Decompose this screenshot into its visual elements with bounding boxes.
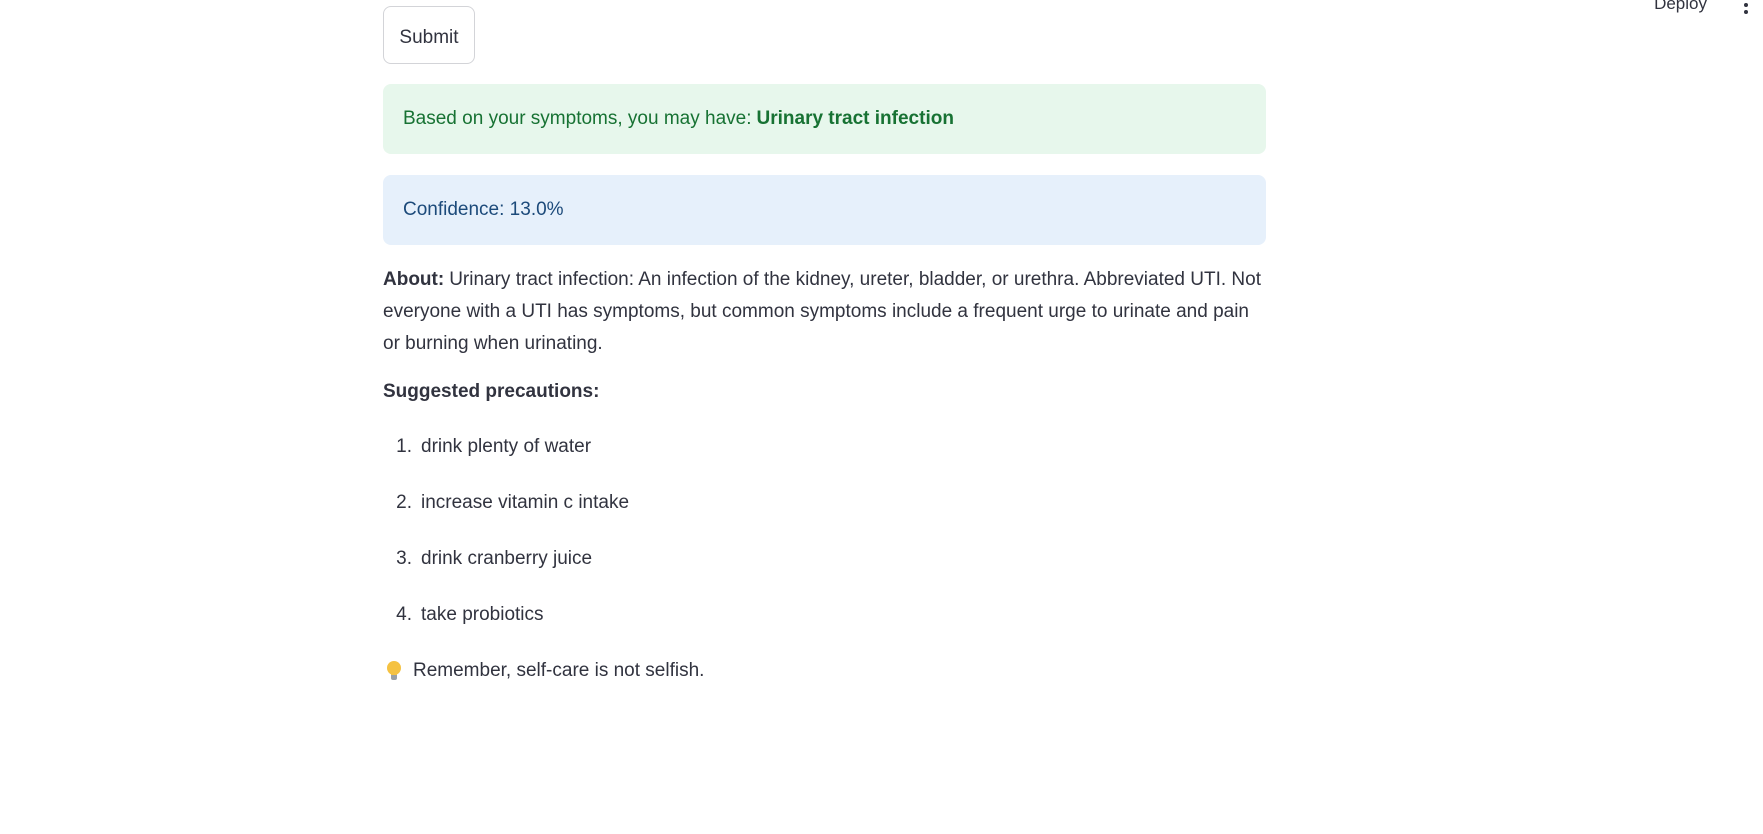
list-item-text: drink cranberry juice (421, 548, 593, 569)
list-item: 2. increase vitamin c intake (383, 492, 629, 548)
more-vertical-icon[interactable] (1743, 0, 1749, 14)
deploy-button[interactable]: Deploy (1654, 0, 1707, 14)
prediction-prefix: Based on your symptoms, you may have: (403, 108, 752, 129)
list-item-number: 2. (396, 492, 412, 513)
about-text: Urinary tract infection: An infection of… (383, 269, 1261, 354)
list-item-number: 1. (396, 436, 412, 457)
confidence-alert: Confidence: 13.0% (383, 175, 1266, 245)
list-item: 1. drink plenty of water (383, 436, 629, 492)
prediction-value: Urinary tract infection (756, 108, 954, 129)
list-item: 4. take probiotics (383, 604, 629, 660)
prediction-alert: Based on your symptoms, you may have: Ur… (383, 84, 1266, 154)
submit-button[interactable]: Submit (383, 6, 475, 64)
tip-message: Remember, self-care is not selfish. (383, 660, 704, 682)
list-item-text: drink plenty of water (421, 436, 592, 457)
menu-dot (1744, 10, 1748, 14)
tip-text: Remember, self-care is not selfish. (413, 660, 705, 681)
submit-button-label: Submit (399, 27, 459, 48)
menu-dot (1744, 3, 1748, 7)
list-item: 3. drink cranberry juice (383, 548, 629, 604)
precautions-list: 1. drink plenty of water 2. increase vit… (383, 436, 629, 660)
list-item-text: take probiotics (421, 604, 544, 625)
app-header: Deploy (0, 0, 1763, 24)
about-section: About: Urinary tract infection: An infect… (383, 264, 1266, 360)
confidence-text: Confidence: 13.0% (403, 199, 564, 220)
about-label: About: (383, 269, 445, 290)
list-item-number: 3. (396, 548, 412, 569)
lightbulb-icon (387, 661, 401, 681)
list-item-number: 4. (396, 604, 412, 625)
list-item-text: increase vitamin c intake (421, 492, 630, 513)
precautions-title: Suggested precautions: (383, 381, 600, 402)
